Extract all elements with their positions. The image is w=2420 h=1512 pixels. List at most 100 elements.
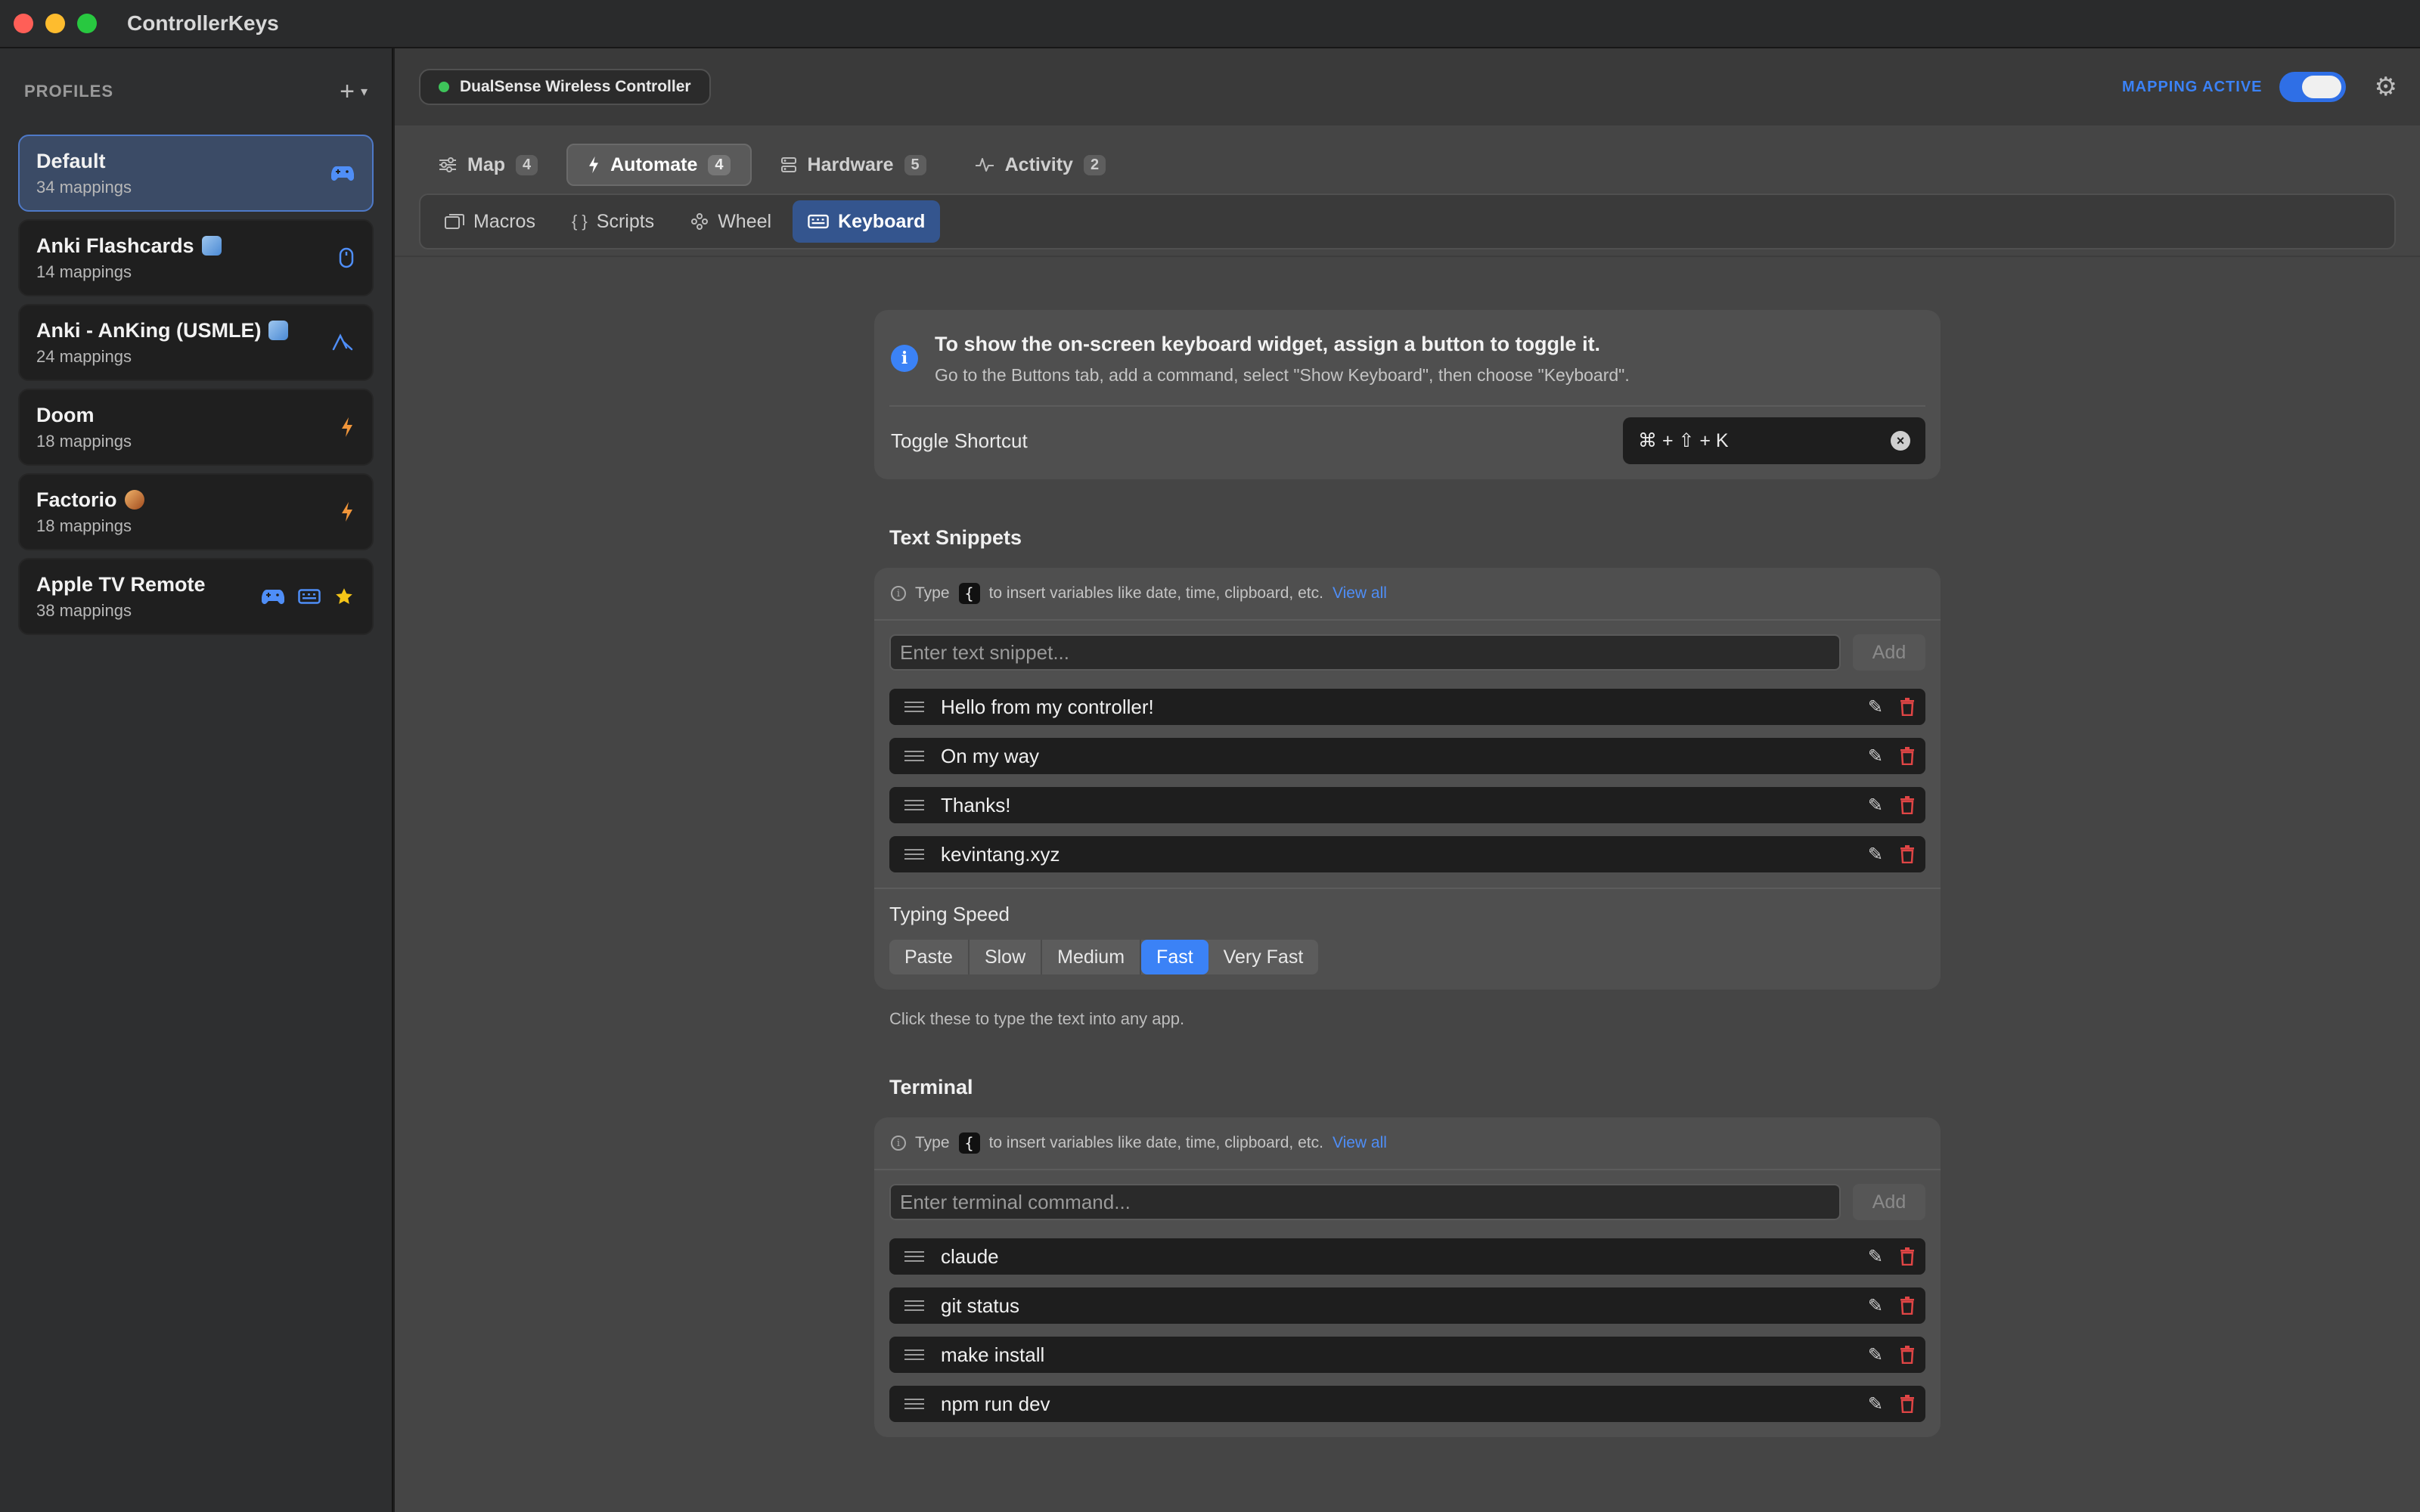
snippet-input[interactable] [889,634,1841,671]
pencil-icon[interactable]: ✎ [1868,1246,1883,1268]
profile-item-doom[interactable]: Doom 18 mappings [18,389,374,466]
speed-option-slow[interactable]: Slow [970,940,1043,974]
tab-count-badge: 5 [904,154,926,175]
command-item[interactable]: npm run dev ✎ [889,1386,1925,1422]
activity-pulse-icon [975,158,994,172]
trash-icon[interactable] [1900,1247,1915,1266]
tab-automate[interactable]: Automate 4 [566,144,752,186]
clear-shortcut-icon[interactable]: × [1891,431,1910,451]
hint-text: Type [915,584,950,602]
device-name: DualSense Wireless Controller [460,78,691,95]
profile-item-anki-anking[interactable]: Anki - AnKing (USMLE) 24 mappings [18,304,374,381]
view-all-link[interactable]: View all [1333,584,1387,603]
snippet-item[interactable]: kevintang.xyz ✎ [889,836,1925,872]
pencil-icon[interactable]: ✎ [1868,745,1883,767]
subtab-label: Wheel [718,210,772,232]
close-window-button[interactable] [14,14,33,33]
tab-count-badge: 4 [516,154,538,175]
drag-handle-icon[interactable] [904,1251,924,1262]
pencil-icon[interactable]: ✎ [1868,1393,1883,1415]
tab-activity[interactable]: Activity 2 [955,144,1125,186]
subtab-macros[interactable]: Macros [430,200,551,243]
content-divider [395,256,2420,257]
command-item[interactable]: git status ✎ [889,1287,1925,1324]
snippet-item[interactable]: On my way ✎ [889,738,1925,774]
add-profile-button[interactable]: + ▾ [340,77,368,107]
trash-icon[interactable] [1900,796,1915,814]
toggle-shortcut-label: Toggle Shortcut [891,429,1028,452]
zoom-window-button[interactable] [77,14,97,33]
trash-icon[interactable] [1900,1395,1915,1413]
drag-handle-icon[interactable] [904,1300,924,1311]
subtab-keyboard[interactable]: Keyboard [793,200,941,243]
profile-item-default[interactable]: Default 34 mappings [18,135,374,212]
snippet-text: On my way [941,744,1040,767]
profile-item-factorio[interactable]: Factorio 18 mappings [18,473,374,550]
snippet-item[interactable]: Thanks! ✎ [889,787,1925,823]
main-panel: DualSense Wireless Controller MAPPING AC… [395,48,2420,1512]
speed-option-medium[interactable]: Medium [1042,940,1142,974]
add-command-button[interactable]: Add [1853,1184,1925,1220]
command-text: make install [941,1343,1045,1366]
profile-item-apple-tv-remote[interactable]: Apple TV Remote 38 mappings [18,558,374,635]
drag-handle-icon[interactable] [904,1349,924,1360]
info-title: To show the on-screen keyboard widget, a… [935,333,1601,355]
drag-handle-icon[interactable] [904,1399,924,1409]
keyboard-settings: i To show the on-screen keyboard widget,… [874,310,1941,1437]
info-icon: i [891,586,906,601]
drag-handle-icon[interactable] [904,751,924,761]
pencil-icon[interactable]: ✎ [1868,696,1883,718]
trash-icon[interactable] [1900,1346,1915,1364]
bolt-icon [342,502,352,522]
snippet-item[interactable]: Hello from my controller! ✎ [889,689,1925,725]
add-snippet-button[interactable]: Add [1853,634,1925,671]
star-icon[interactable] [334,587,354,606]
drag-handle-icon[interactable] [904,849,924,860]
snippet-text: Hello from my controller! [941,695,1154,718]
subtab-wheel[interactable]: Wheel [675,200,786,243]
subtab-scripts[interactable]: { } Scripts [557,200,669,243]
tab-map[interactable]: Map 4 [419,144,557,186]
top-bar: DualSense Wireless Controller MAPPING AC… [395,48,2420,125]
profile-name: Doom [36,403,95,426]
command-item[interactable]: claude ✎ [889,1238,1925,1275]
minimize-window-button[interactable] [45,14,65,33]
info-icon: i [891,1136,906,1151]
trash-icon[interactable] [1900,747,1915,765]
variables-hint: i Type { to insert variables like date, … [874,1117,1941,1169]
drag-handle-icon[interactable] [904,800,924,810]
speed-option-very-fast[interactable]: Very Fast [1208,940,1319,974]
device-status-pill[interactable]: DualSense Wireless Controller [419,69,711,105]
terminal-command-input[interactable] [889,1184,1841,1220]
pencil-icon[interactable]: ✎ [1868,1295,1883,1317]
snippet-list: Hello from my controller! ✎ On my way ✎ … [874,684,1941,888]
view-all-link[interactable]: View all [1333,1134,1387,1152]
mapping-active-toggle[interactable] [2279,72,2346,102]
tab-label: Activity [1004,153,1073,175]
gamepad-icon [262,590,284,604]
tab-hardware[interactable]: Hardware 5 [761,144,946,186]
speed-option-fast[interactable]: Fast [1141,940,1208,974]
gear-icon[interactable]: ⚙ [2375,72,2397,102]
pencil-icon[interactable]: ✎ [1868,844,1883,866]
command-text: git status [941,1294,1020,1317]
drag-handle-icon[interactable] [904,702,924,712]
trash-icon[interactable] [1900,1297,1915,1315]
toggle-shortcut-field[interactable]: ⌘ + ⇧ + K × [1623,417,1925,464]
bolt-icon [589,156,599,174]
keyboard-icon [298,589,321,604]
trash-icon[interactable] [1900,845,1915,863]
text-snippets-title: Text Snippets [889,526,1022,549]
profile-item-anki-flashcards[interactable]: Anki Flashcards 14 mappings [18,219,374,296]
trash-icon[interactable] [1900,698,1915,716]
shortcut-value: ⌘ + ⇧ + K [1638,430,1729,451]
command-item[interactable]: make install ✎ [889,1337,1925,1373]
mapping-active-label: MAPPING ACTIVE [2122,78,2263,95]
speed-option-paste[interactable]: Paste [889,940,970,974]
chevron-down-icon: ▾ [360,83,368,99]
pencil-icon[interactable]: ✎ [1868,795,1883,816]
sidebar-header: PROFILES + ▾ [0,48,392,135]
profile-name: Anki Flashcards [36,234,355,258]
keyboard-info-card: i To show the on-screen keyboard widget,… [874,310,1941,479]
pencil-icon[interactable]: ✎ [1868,1344,1883,1366]
